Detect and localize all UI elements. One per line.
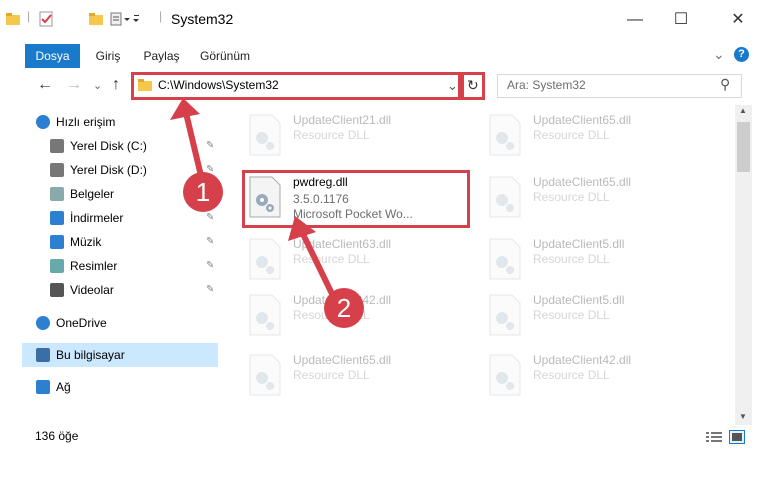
step-1-badge: 1 [183,172,223,212]
arrow-step-1 [183,112,205,181]
step-2-badge: 2 [324,288,364,328]
annotation-overlay [170,98,338,302]
arrowhead-step-1 [170,98,200,120]
arrow-step-2 [299,230,338,302]
